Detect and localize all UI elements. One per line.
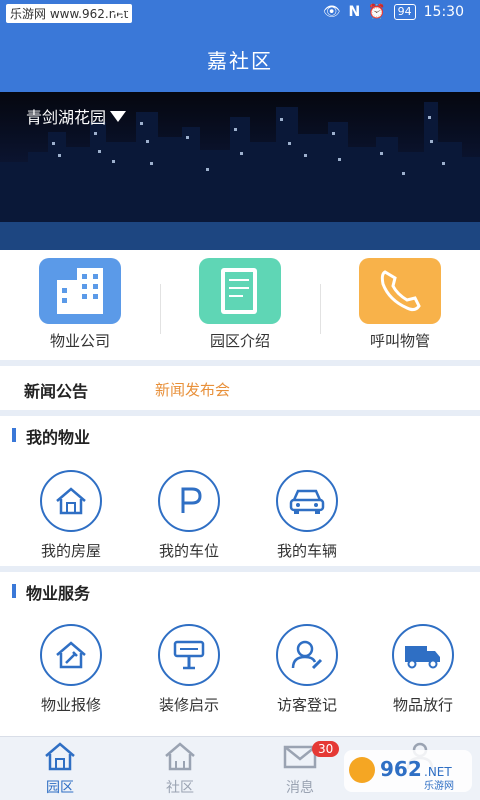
icon-label: 我的车位 [158,542,219,560]
community-name: 青剑湖花园 [26,108,107,127]
icon-label: 我的房屋 [40,542,101,560]
news-bar: 新闻公告 新闻发布会 [0,366,480,410]
quick-link-label: 呼叫物管 [369,332,430,350]
section-title: 我的物业 [26,428,91,447]
section-header-my-property: 我的物业 [0,416,480,452]
app-header: 嘉社区 [0,30,480,92]
icon-label: 我的车辆 [276,542,337,560]
dropdown-triangle-icon [110,110,127,122]
quick-links-row: 物业公司 园区介绍 呼叫物管 [0,250,480,360]
community-icon [165,742,195,771]
building-icon [39,258,121,324]
quick-link-label: 物业公司 [49,332,110,350]
watermark-logo: 962 .NET 乐游网 [344,750,472,792]
section-header-property-services: 物业服务 [0,572,480,608]
repair-house-icon [40,624,102,686]
property-repair-button[interactable]: 物业报修 [16,624,126,715]
news-link[interactable]: 新闻发布会 [155,379,230,400]
eye-icon: 👁 [322,4,341,20]
icon-label: 物品放行 [392,696,453,714]
icon-label: 装修启示 [158,696,219,714]
item-release-button[interactable]: 物品放行 [368,624,478,715]
unread-badge: 30 [312,741,340,757]
my-house-button[interactable]: 我的房屋 [16,470,126,561]
bottom-tab-bar: 园区 社区 30 消息 962 .NET 乐游网 [0,736,480,800]
svg-text:962: 962 [380,757,422,781]
nfc-icon: N [348,4,361,20]
page-title: 嘉社区 [207,49,273,73]
community-selector[interactable]: 青剑湖花园 [26,104,127,128]
house-icon [40,470,102,532]
clock-time: 15:30 [423,4,464,20]
my-parking-button[interactable]: 我的车位 [134,470,244,561]
tab-label: 园区 [46,780,74,796]
tab-park[interactable]: 园区 [0,741,120,797]
banner-image: 青剑湖花园 [0,92,480,250]
visitor-icon [276,624,338,686]
icon-label: 访客登记 [276,696,337,714]
status-right: 👁 N ⏰ 94 15:30 [323,4,464,20]
alarm-icon: ⏰ [368,4,386,20]
svg-text:乐游网: 乐游网 [424,779,454,792]
tab-messages[interactable]: 30 消息 [240,741,360,797]
battery-indicator: 94 [393,4,416,20]
signboard-icon [158,624,220,686]
home-icon [45,742,75,771]
tab-label: 社区 [166,780,194,796]
document-icon [199,258,281,324]
divider [160,284,161,334]
status-bar: 乐游网 www.962.net 👁 N ⏰ 94 15:30 [0,0,480,30]
section-accent-bar [12,584,16,598]
visitor-registration-button[interactable]: 访客登记 [252,624,362,715]
icon-label: 物业报修 [40,696,101,714]
svg-text:.NET: .NET [424,765,452,779]
parking-icon [158,470,220,532]
quick-link-property-company[interactable]: 物业公司 [30,258,130,351]
wifi-icon [110,6,128,20]
renovation-notice-button[interactable]: 装修启示 [134,624,244,715]
quick-link-park-intro[interactable]: 园区介绍 [190,258,290,351]
section-title: 物业服务 [26,584,91,603]
news-title: 新闻公告 [24,382,89,401]
car-icon [276,470,338,532]
my-vehicle-button[interactable]: 我的车辆 [252,470,362,561]
quick-link-label: 园区介绍 [209,332,270,350]
section-accent-bar [12,428,16,442]
phone-icon [359,258,441,324]
tab-label: 消息 [286,780,314,796]
divider [320,284,321,334]
tab-community[interactable]: 社区 [120,741,240,797]
quick-link-call-management[interactable]: 呼叫物管 [350,258,450,351]
truck-icon [392,624,454,686]
